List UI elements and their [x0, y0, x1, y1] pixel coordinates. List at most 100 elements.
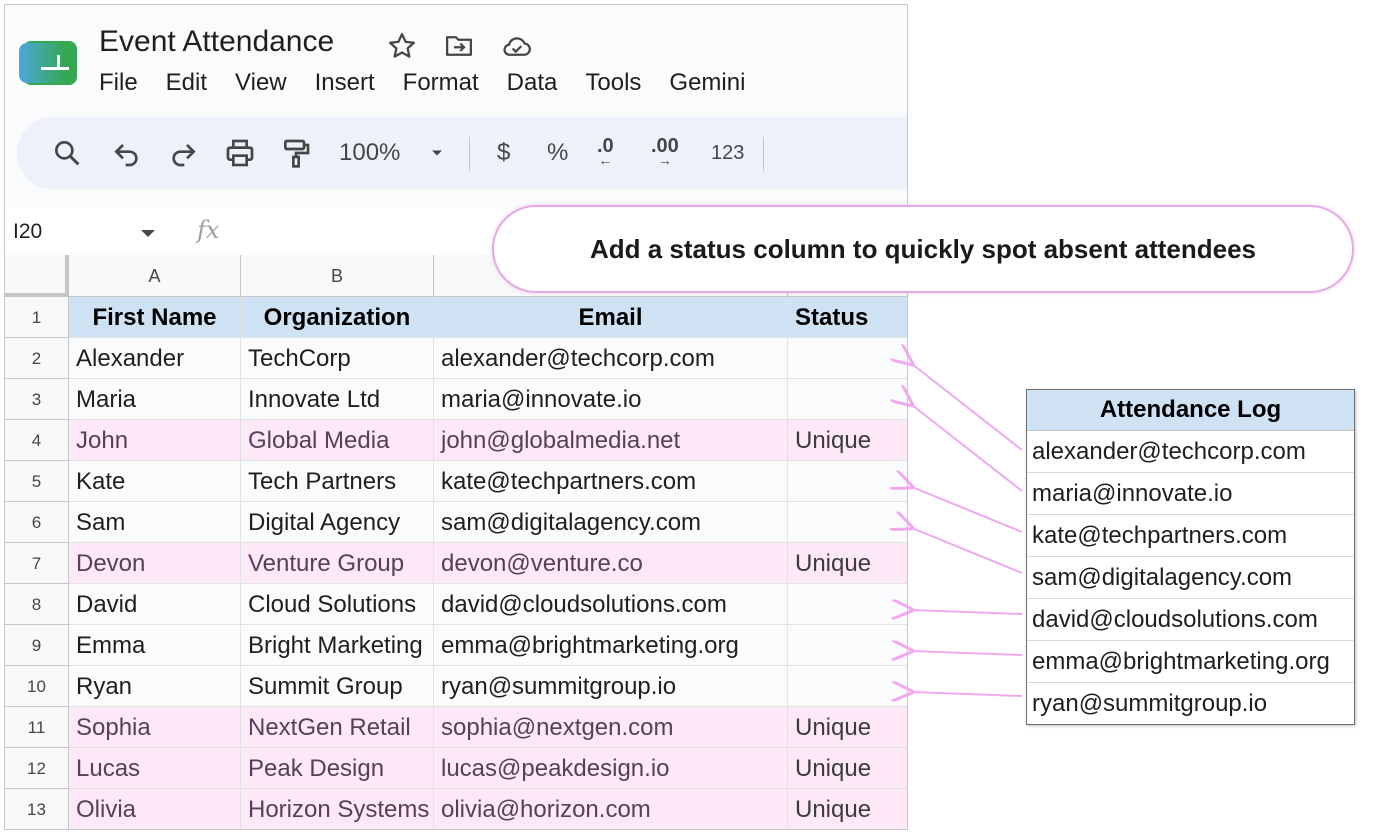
cell-first-name[interactable]: Sam — [69, 502, 241, 543]
cell-first-name[interactable]: Ryan — [69, 666, 241, 707]
column-header-b[interactable]: B — [241, 255, 434, 297]
row-number[interactable]: 6 — [5, 502, 69, 543]
star-icon[interactable] — [387, 31, 417, 61]
cell-status[interactable]: Unique — [788, 707, 907, 748]
cell-email[interactable]: sam@digitalagency.com — [434, 502, 788, 543]
cell-organization[interactable]: Peak Design — [241, 748, 434, 789]
select-all-corner[interactable] — [5, 255, 69, 297]
menu-format[interactable]: Format — [403, 69, 479, 97]
cell-first-name[interactable]: Sophia — [69, 707, 241, 748]
zoom-select[interactable]: 100% — [339, 137, 400, 169]
decrease-decimal-button[interactable]: .0 ← — [597, 136, 614, 169]
row-number[interactable]: 3 — [5, 379, 69, 420]
cell-status[interactable]: Unique — [788, 789, 907, 829]
cell-email[interactable]: sophia@nextgen.com — [434, 707, 788, 748]
header-email[interactable]: Email — [434, 297, 788, 338]
row-number[interactable]: 10 — [5, 666, 69, 707]
cell-email[interactable]: kate@techpartners.com — [434, 461, 788, 502]
cell-first-name[interactable]: David — [69, 584, 241, 625]
menu-view[interactable]: View — [235, 69, 287, 97]
row-number[interactable]: 12 — [5, 748, 69, 789]
cell-status[interactable] — [788, 625, 907, 666]
move-to-folder-icon[interactable] — [444, 31, 474, 61]
name-box-dropdown-icon[interactable] — [141, 230, 155, 237]
header-first-name[interactable]: First Name — [69, 297, 241, 338]
row-number[interactable]: 4 — [5, 420, 69, 461]
cell-email[interactable]: emma@brightmarketing.org — [434, 625, 788, 666]
increase-decimal-button[interactable]: .00 → — [651, 136, 679, 169]
menu-tools[interactable]: Tools — [585, 69, 641, 97]
paint-format-icon[interactable] — [279, 137, 313, 169]
column-header-a[interactable]: A — [69, 255, 241, 297]
row-number[interactable]: 13 — [5, 789, 69, 829]
cell-first-name[interactable]: Devon — [69, 543, 241, 584]
row-number[interactable]: 11 — [5, 707, 69, 748]
print-icon[interactable] — [223, 137, 257, 169]
undo-icon[interactable] — [111, 137, 143, 169]
currency-format-button[interactable]: $ — [497, 137, 510, 169]
search-icon[interactable] — [51, 137, 83, 169]
attendance-log-email[interactable]: kate@techpartners.com — [1027, 515, 1354, 557]
chevron-down-icon[interactable] — [427, 137, 447, 169]
number-format-button[interactable]: 123 — [711, 137, 744, 169]
cell-status[interactable] — [788, 379, 907, 420]
cell-organization[interactable]: Global Media — [241, 420, 434, 461]
cell-organization[interactable]: Horizon Systems — [241, 789, 434, 829]
row-number[interactable]: 5 — [5, 461, 69, 502]
cell-organization[interactable]: Bright Marketing — [241, 625, 434, 666]
cell-first-name[interactable]: Olivia — [69, 789, 241, 829]
attendance-log-email[interactable]: david@cloudsolutions.com — [1027, 599, 1354, 641]
cell-status[interactable] — [788, 584, 907, 625]
cell-first-name[interactable]: Kate — [69, 461, 241, 502]
cell-organization[interactable]: NextGen Retail — [241, 707, 434, 748]
attendance-log-email[interactable]: ryan@summitgroup.io — [1027, 683, 1354, 724]
row-number[interactable]: 8 — [5, 584, 69, 625]
cell-first-name[interactable]: Lucas — [69, 748, 241, 789]
cell-email[interactable]: ryan@summitgroup.io — [434, 666, 788, 707]
menu-file[interactable]: File — [99, 69, 138, 97]
menu-insert[interactable]: Insert — [315, 69, 375, 97]
row-number[interactable]: 1 — [5, 297, 69, 338]
header-organization[interactable]: Organization — [241, 297, 434, 338]
cell-organization[interactable]: Venture Group — [241, 543, 434, 584]
cell-status[interactable] — [788, 461, 907, 502]
cell-status[interactable]: Unique — [788, 748, 907, 789]
cell-organization[interactable]: TechCorp — [241, 338, 434, 379]
menu-data[interactable]: Data — [507, 69, 558, 97]
cell-email[interactable]: maria@innovate.io — [434, 379, 788, 420]
cell-status[interactable] — [788, 666, 907, 707]
menu-gemini[interactable]: Gemini — [669, 69, 745, 97]
attendance-log-email[interactable]: sam@digitalagency.com — [1027, 557, 1354, 599]
cell-first-name[interactable]: Alexander — [69, 338, 241, 379]
cell-email[interactable]: lucas@peakdesign.io — [434, 748, 788, 789]
cell-status[interactable]: Unique — [788, 420, 907, 461]
cell-organization[interactable]: Innovate Ltd — [241, 379, 434, 420]
cell-email[interactable]: john@globalmedia.net — [434, 420, 788, 461]
cell-first-name[interactable]: Emma — [69, 625, 241, 666]
cell-organization[interactable]: Tech Partners — [241, 461, 434, 502]
cloud-saved-icon[interactable] — [502, 31, 532, 61]
row-number[interactable]: 9 — [5, 625, 69, 666]
sheets-logo-icon[interactable] — [19, 39, 79, 87]
cell-organization[interactable]: Summit Group — [241, 666, 434, 707]
header-status[interactable]: Status — [788, 297, 907, 338]
row-number[interactable]: 2 — [5, 338, 69, 379]
redo-icon[interactable] — [167, 137, 199, 169]
cell-first-name[interactable]: Maria — [69, 379, 241, 420]
attendance-log-email[interactable]: maria@innovate.io — [1027, 473, 1354, 515]
cell-organization[interactable]: Digital Agency — [241, 502, 434, 543]
attendance-log-email[interactable]: alexander@techcorp.com — [1027, 431, 1354, 473]
cell-email[interactable]: devon@venture.co — [434, 543, 788, 584]
cell-email[interactable]: olivia@horizon.com — [434, 789, 788, 829]
name-box[interactable]: I20 — [13, 220, 42, 244]
row-number[interactable]: 7 — [5, 543, 69, 584]
cell-first-name[interactable]: John — [69, 420, 241, 461]
document-title[interactable]: Event Attendance — [99, 25, 334, 59]
menu-edit[interactable]: Edit — [166, 69, 207, 97]
cell-organization[interactable]: Cloud Solutions — [241, 584, 434, 625]
cell-status[interactable] — [788, 338, 907, 379]
attendance-log-email[interactable]: emma@brightmarketing.org — [1027, 641, 1354, 683]
cell-status[interactable]: Unique — [788, 543, 907, 584]
percent-format-button[interactable]: % — [547, 137, 568, 169]
cell-status[interactable] — [788, 502, 907, 543]
